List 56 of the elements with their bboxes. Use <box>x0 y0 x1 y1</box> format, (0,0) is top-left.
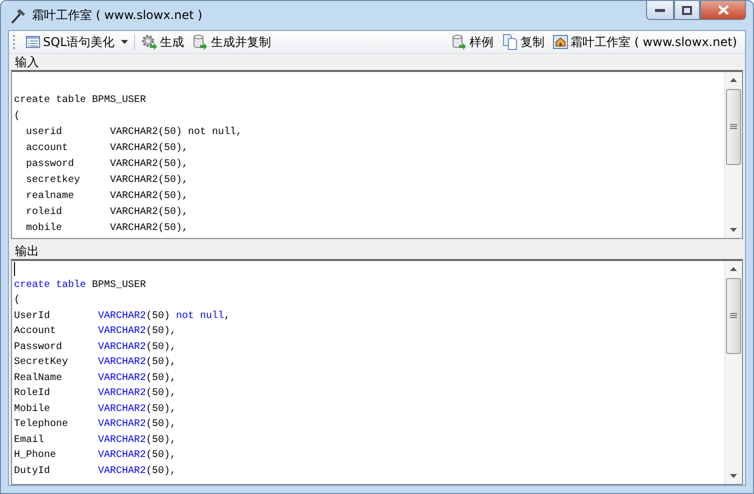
code-line: H_Phone VARCHAR2(50), <box>14 450 176 461</box>
output-label: 输出 <box>14 243 40 259</box>
scroll-up-arrow-icon[interactable] <box>730 267 737 271</box>
output-editor[interactable] <box>11 259 743 485</box>
vertical-scrollbar[interactable] <box>724 261 742 484</box>
window-title: 霜叶工作室 ( www.slowx.net ) <box>32 7 204 24</box>
code-line: UserId VARCHAR2(50) not null, <box>14 310 230 322</box>
minimize-button[interactable] <box>646 1 674 20</box>
code-line: password VARCHAR2(50), <box>25 159 188 170</box>
code-line: DutyId VARCHAR2(50), <box>14 466 176 476</box>
input-label: 输入 <box>14 54 40 70</box>
dropdown-button[interactable]: SQL语句美化 <box>22 32 132 52</box>
hammer-icon <box>10 8 26 24</box>
toolbar-button[interactable]: 生成并复制 <box>188 32 275 52</box>
database-arrow-icon <box>192 34 208 50</box>
scrollbar-thumb[interactable] <box>726 278 741 354</box>
maximize-icon <box>682 6 692 14</box>
code-line: secretkey VARCHAR2(50), <box>25 175 188 186</box>
text-caret <box>14 262 15 276</box>
scroll-down-arrow-icon[interactable] <box>730 474 737 478</box>
database-arrow-icon <box>450 34 466 50</box>
maximize-button[interactable] <box>674 1 700 20</box>
code-line: ( <box>14 295 20 306</box>
code-line: Telephone VARCHAR2(50), <box>14 419 176 430</box>
input-editor[interactable]: create table BPMS_USER ( userid VARCHAR2(50) not null, account VARCHAR2(50), password VARCHAR2(50), secretkey VARCHAR2(50), realname VARCHAR2(50), roleid VARCHAR2(50), mobile VARCHAR2(50), <box>11 70 743 239</box>
toolbar-button[interactable]: 样例 <box>446 32 498 52</box>
code-line: realname VARCHAR2(50), <box>25 191 188 202</box>
code-line: Account VARCHAR2(50), <box>14 326 176 337</box>
code-line: account VARCHAR2(50), <box>25 143 188 154</box>
code-line: userid VARCHAR2(50) not null, <box>25 127 242 138</box>
scroll-up-arrow-icon[interactable] <box>730 78 737 82</box>
code-line: RealName VARCHAR2(50), <box>14 372 176 384</box>
scrollbar-thumb[interactable] <box>726 89 741 165</box>
toolbar-button[interactable]: 霜叶工作室 ( www.slowx.net) <box>548 32 741 52</box>
code-line: ( <box>14 111 20 122</box>
code-line: roleid VARCHAR2(50), <box>25 207 188 218</box>
code-line: create table BPMS_USER <box>14 95 146 106</box>
code-line: Email VARCHAR2(50), <box>14 434 176 446</box>
vertical-scrollbar[interactable] <box>724 72 742 238</box>
copy-documents-icon <box>502 34 518 50</box>
code-line: create table BPMS_USER <box>14 280 146 290</box>
code-line: mobile VARCHAR2(50), <box>25 223 188 234</box>
toolbar-button[interactable]: 复制 <box>498 32 548 52</box>
house-icon <box>552 35 568 49</box>
code-line: Password VARCHAR2(50), <box>14 342 176 352</box>
code-line: RoleId VARCHAR2(50), <box>14 388 176 399</box>
code-line: SecretKey VARCHAR2(50), <box>14 357 176 368</box>
toolbar-button[interactable]: 生成 <box>136 32 188 52</box>
scroll-down-arrow-icon[interactable] <box>730 228 737 232</box>
minimize-icon <box>655 8 665 12</box>
close-icon <box>718 5 728 15</box>
code-line: Mobile VARCHAR2(50), <box>14 404 176 414</box>
close-button[interactable] <box>700 1 746 20</box>
table-icon <box>26 36 40 48</box>
gear-icon <box>140 34 157 50</box>
caret-icon <box>120 40 128 44</box>
